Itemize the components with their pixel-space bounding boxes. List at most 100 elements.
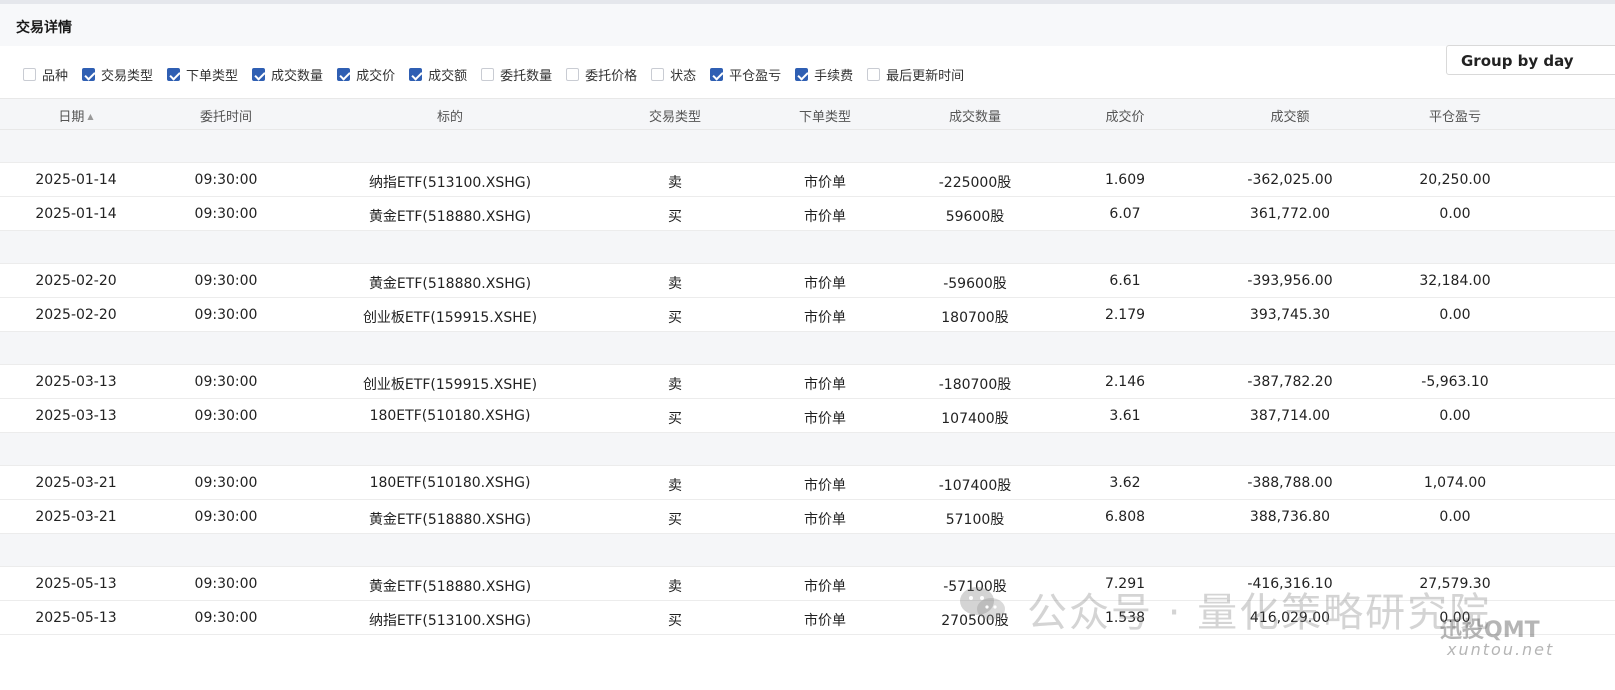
group-separator-row (0, 231, 1615, 264)
column-header-label: 委托时间 (199, 110, 253, 125)
column-toggle[interactable]: 交易类型 (82, 65, 153, 84)
column-toggle[interactable]: 手续费 (795, 65, 853, 84)
table-row[interactable]: 2025-02-20 09:30:00 创业板ETF(159915.XSHE) 买 市价… (0, 298, 1615, 332)
table-cell: -225000股 (938, 175, 1012, 191)
column-toggle[interactable]: 最后更新时间 (867, 65, 964, 84)
table-cell: 卖 (668, 478, 682, 494)
table-cell: 市价单 (804, 310, 846, 326)
table-row[interactable]: 2025-03-13 09:30:00 180ETF(510180.XSHG) 买 市价… (0, 399, 1615, 433)
table-header: 日期 ▲ 委托时间 标的 交易类型 下单类型 成交数量 成交价 成交额 平仓盈亏 (0, 98, 1615, 130)
checkbox-checked-icon[interactable] (167, 68, 181, 81)
table-cell: 393,745.30 (1249, 307, 1331, 323)
table-cell: 09:30:00 (194, 610, 258, 626)
table-cell: 1,074.00 (1423, 475, 1487, 491)
sort-icon[interactable]: ▲ (87, 112, 93, 121)
column-header[interactable]: 标的 (437, 106, 463, 125)
column-toggle[interactable]: 成交额 (409, 65, 467, 84)
table-row[interactable]: 2025-03-21 09:30:00 180ETF(510180.XSHG) 卖 市价… (0, 466, 1615, 500)
column-toggle[interactable]: 品种 (23, 65, 68, 84)
table-cell: 09:30:00 (194, 172, 258, 188)
table-cell: 57100股 (945, 512, 1005, 528)
column-toggle[interactable]: 下单类型 (167, 65, 238, 84)
column-toggle[interactable]: 成交价 (337, 65, 395, 84)
table-cell: 09:30:00 (194, 273, 258, 289)
table-cell: 纳指ETF(513100.XSHG) (368, 175, 532, 191)
checkbox-unchecked-icon[interactable] (23, 68, 36, 81)
column-header[interactable]: 委托时间 (200, 106, 252, 125)
column-toggle[interactable]: 委托价格 (566, 65, 637, 84)
table-row[interactable]: 2025-03-21 09:30:00 黄金ETF(518880.XSHG) 买 市价单… (0, 500, 1615, 534)
table-cell: -362,025.00 (1247, 172, 1333, 188)
table-cell: 市价单 (804, 613, 846, 629)
checkbox-unchecked-icon[interactable] (651, 68, 665, 81)
table-row[interactable]: 2025-01-14 09:30:00 黄金ETF(518880.XSHG) 买 市价单… (0, 197, 1615, 231)
table-cell: 黄金ETF(518880.XSHG) (368, 579, 532, 595)
checkbox-checked-icon[interactable] (252, 68, 266, 81)
checkbox-unchecked-icon[interactable] (481, 68, 495, 81)
table-cell: 180ETF(510180.XSHG) (369, 475, 531, 491)
column-header[interactable]: 成交价 (1105, 106, 1144, 125)
column-header-label: 成交额 (1270, 110, 1310, 125)
checkbox-unchecked-icon[interactable] (566, 68, 580, 81)
table-cell: 3.62 (1109, 475, 1141, 491)
table-row[interactable]: 2025-02-20 09:30:00 黄金ETF(518880.XSHG) 卖 市价单… (0, 264, 1615, 298)
column-toggle-label: 成交数量 (271, 69, 324, 84)
column-header[interactable]: 交易类型 (649, 106, 701, 125)
table-cell: 买 (668, 209, 682, 225)
column-toggle-label: 委托价格 (585, 69, 638, 84)
column-header[interactable]: 下单类型 (799, 106, 851, 125)
table-cell: 2025-03-13 (35, 374, 117, 390)
table-cell: 107400股 (941, 411, 1009, 427)
column-toggle[interactable]: 状态 (651, 65, 696, 84)
checkbox-checked-icon[interactable] (409, 68, 423, 81)
table-row[interactable]: 2025-03-13 09:30:00 创业板ETF(159915.XSHE) 卖 市价… (0, 365, 1615, 399)
group-separator-row (0, 534, 1615, 567)
table-row[interactable]: 2025-01-14 09:30:00 纳指ETF(513100.XSHG) 卖 市价单… (0, 163, 1615, 197)
column-toggle-label: 成交价 (356, 69, 396, 84)
table-cell: 0.00 (1439, 509, 1471, 525)
table-cell: 黄金ETF(518880.XSHG) (368, 276, 532, 292)
table-cell: -107400股 (938, 478, 1012, 494)
column-header[interactable]: 平仓盈亏 (1429, 106, 1481, 125)
checkbox-checked-icon[interactable] (710, 68, 724, 81)
table-cell: 买 (668, 411, 682, 427)
table-cell: 59600股 (945, 209, 1005, 225)
checkbox-checked-icon[interactable] (82, 68, 96, 81)
table-cell: 买 (668, 512, 682, 528)
table-cell: 361,772.00 (1249, 206, 1331, 222)
table-cell: 6.808 (1104, 509, 1146, 525)
table-cell: 09:30:00 (194, 576, 258, 592)
table-cell: 09:30:00 (194, 509, 258, 525)
table-cell: 黄金ETF(518880.XSHG) (368, 512, 532, 528)
panel-title: 交易详情 (16, 20, 72, 36)
table-cell: -388,788.00 (1247, 475, 1333, 491)
column-checkbox-group: 品种 交易类型 下单类型 成交数量 成交价 成交额 委托数量 委托价格 状态 平仓盈亏 手续费 最后更… (23, 65, 978, 84)
table-cell: 1.609 (1104, 172, 1146, 188)
column-header[interactable]: 成交额 (1270, 106, 1309, 125)
column-toggle-label: 最后更新时间 (886, 69, 965, 84)
column-toggle[interactable]: 成交数量 (252, 65, 323, 84)
watermark-url: xuntou.net (1447, 640, 1555, 659)
column-toggle-label: 平仓盈亏 (729, 69, 782, 84)
column-toggle-label: 下单类型 (186, 69, 239, 84)
group-separator-row (0, 433, 1615, 466)
table-cell: 卖 (668, 175, 682, 191)
checkbox-checked-icon[interactable] (337, 68, 351, 81)
group-by-button[interactable]: Group by day (1446, 45, 1615, 75)
column-toggle[interactable]: 平仓盈亏 (710, 65, 781, 84)
table-cell: -393,956.00 (1247, 273, 1333, 289)
table-cell: 2025-01-14 (35, 172, 117, 188)
table-cell: -59600股 (943, 276, 1007, 292)
checkbox-unchecked-icon[interactable] (867, 68, 881, 81)
column-header-label: 日期 (58, 110, 85, 125)
table-cell: 市价单 (804, 478, 846, 494)
table-cell: 2025-02-20 (35, 273, 117, 289)
column-toggle[interactable]: 委托数量 (481, 65, 552, 84)
column-header[interactable]: 日期 ▲ (58, 106, 93, 125)
column-filter-bar: 品种 交易类型 下单类型 成交数量 成交价 成交额 委托数量 委托价格 状态 平仓盈亏 手续费 最后更… (0, 46, 1615, 98)
table-cell: 纳指ETF(513100.XSHG) (368, 613, 532, 629)
table-cell: 买 (668, 613, 682, 629)
checkbox-checked-icon[interactable] (795, 68, 809, 81)
table-cell: 卖 (668, 276, 682, 292)
column-header[interactable]: 成交数量 (949, 106, 1001, 125)
